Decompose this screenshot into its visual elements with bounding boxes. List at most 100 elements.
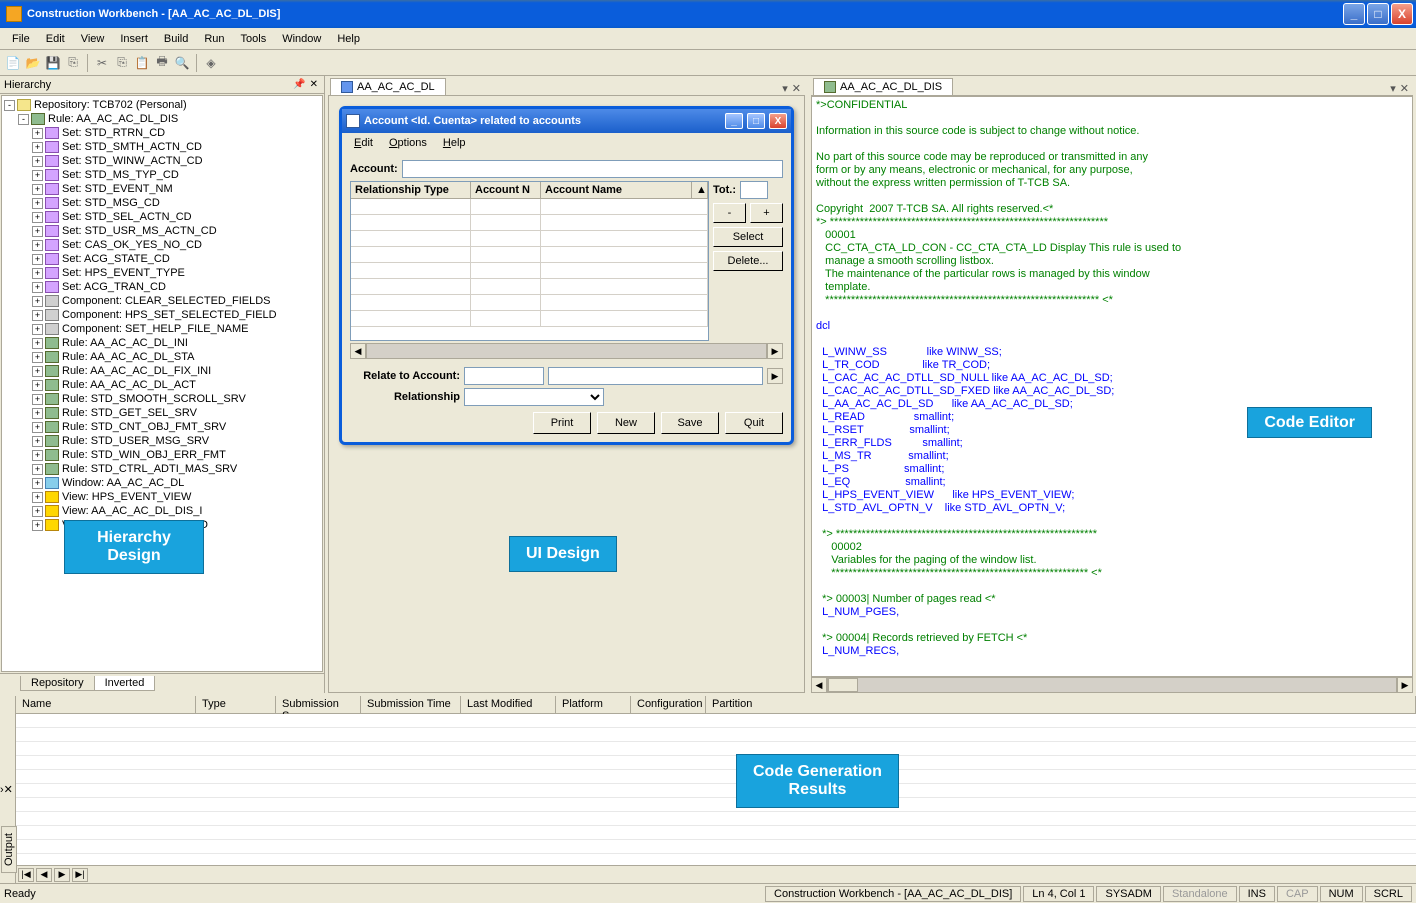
menu-tools[interactable]: Tools <box>233 31 275 47</box>
hscroll-track[interactable] <box>827 677 1397 693</box>
tree-toggle[interactable]: + <box>32 184 43 195</box>
tree-toggle[interactable]: + <box>32 156 43 167</box>
open-icon[interactable]: 📂 <box>24 54 42 72</box>
account-input[interactable] <box>402 160 783 178</box>
inner-menu-options[interactable]: Options <box>383 135 433 151</box>
output-tab[interactable]: Output <box>1 826 17 873</box>
maximize-button[interactable]: □ <box>1367 3 1389 25</box>
col-sub-time[interactable]: Submission Time <box>361 696 461 713</box>
tree-toggle[interactable]: - <box>18 114 29 125</box>
tree-toggle[interactable]: + <box>32 170 43 181</box>
tree-toggle[interactable]: + <box>32 226 43 237</box>
inner-max-button[interactable]: □ <box>747 113 765 129</box>
tot-input[interactable] <box>740 181 768 199</box>
tree-toggle[interactable]: + <box>32 478 43 489</box>
save-button[interactable]: Save <box>661 412 719 434</box>
nav-prev-icon[interactable]: ◀ <box>36 868 52 882</box>
menu-view[interactable]: View <box>73 31 113 47</box>
inner-close-button[interactable]: X <box>769 113 787 129</box>
tree-item[interactable]: +Set: STD_SMTH_ACTN_CD <box>4 140 320 154</box>
tree-toggle[interactable]: + <box>32 506 43 517</box>
tree-item[interactable]: +Set: HPS_EVENT_TYPE <box>4 266 320 280</box>
col-partition[interactable]: Partition <box>706 696 1416 713</box>
col-name[interactable]: Name <box>16 696 196 713</box>
pin-icon[interactable]: 📌 <box>291 79 307 90</box>
col-sub-status[interactable]: Submission S... <box>276 696 361 713</box>
tree-toggle[interactable]: + <box>32 352 43 363</box>
tree-item[interactable]: +Component: HPS_SET_SELECTED_FIELD <box>4 308 320 322</box>
tree-item[interactable]: +Component: CLEAR_SELECTED_FIELDS <box>4 294 320 308</box>
scroll-up-icon[interactable]: ▲ <box>692 182 708 198</box>
relationship-select[interactable] <box>464 388 604 406</box>
quit-button[interactable]: Quit <box>725 412 783 434</box>
tree-toggle[interactable]: + <box>32 422 43 433</box>
tree-item[interactable]: +View: AA_AC_AC_DL_DIS_I <box>4 504 320 518</box>
tree-toggle[interactable]: + <box>32 128 43 139</box>
tree-toggle[interactable]: + <box>32 338 43 349</box>
hscroll-left-icon[interactable]: ◀ <box>811 677 827 693</box>
tree-item[interactable]: +Rule: STD_SMOOTH_SCROLL_SRV <box>4 392 320 406</box>
new-icon[interactable]: 📄 <box>4 54 22 72</box>
inner-menu-help[interactable]: Help <box>437 135 472 151</box>
close-button[interactable]: X <box>1391 3 1413 25</box>
tree-item[interactable]: +View: HPS_EVENT_VIEW <box>4 490 320 504</box>
relationship-grid[interactable]: Relationship Type Account N Account Name… <box>350 181 709 341</box>
tab-close-icon[interactable]: ✕ <box>1400 82 1409 95</box>
col-acctname[interactable]: Account Name <box>541 182 692 198</box>
nav-next-icon[interactable]: ▶ <box>54 868 70 882</box>
tree-item[interactable]: +Rule: AA_AC_AC_DL_INI <box>4 336 320 350</box>
relate-lookup-icon[interactable]: ▶ <box>767 368 783 384</box>
inner-min-button[interactable]: _ <box>725 113 743 129</box>
repo-tab[interactable]: Repository <box>20 676 95 691</box>
tree-toggle[interactable]: + <box>32 394 43 405</box>
paste-icon[interactable]: 📋 <box>133 54 151 72</box>
tree-toggle[interactable]: + <box>32 408 43 419</box>
menu-insert[interactable]: Insert <box>112 31 156 47</box>
tree-item[interactable]: +Set: CAS_OK_YES_NO_CD <box>4 238 320 252</box>
code-editor[interactable]: *>CONFIDENTIAL Information in this sourc… <box>811 96 1413 677</box>
help-icon[interactable]: ◈ <box>202 54 220 72</box>
minimize-button[interactable]: _ <box>1343 3 1365 25</box>
tree-item[interactable]: +Component: SET_HELP_FILE_NAME <box>4 322 320 336</box>
nav-first-icon[interactable]: |◀ <box>18 868 34 882</box>
tree-item[interactable]: +Set: STD_EVENT_NM <box>4 182 320 196</box>
tree-toggle[interactable]: + <box>32 268 43 279</box>
nav-last-icon[interactable]: ▶| <box>72 868 88 882</box>
col-acctn[interactable]: Account N <box>471 182 541 198</box>
tree-toggle[interactable]: + <box>32 464 43 475</box>
tree-root[interactable]: Repository: TCB702 (Personal) <box>34 99 187 111</box>
save-icon[interactable]: 💾 <box>44 54 62 72</box>
tree-toggle[interactable]: + <box>32 492 43 503</box>
tree-item[interactable]: +Rule: AA_AC_AC_DL_STA <box>4 350 320 364</box>
tree-toggle[interactable]: + <box>32 240 43 251</box>
saveall-icon[interactable]: ⎘ <box>64 54 82 72</box>
hierarchy-tree[interactable]: - Repository: TCB702 (Personal) - Rule: … <box>1 95 323 672</box>
minus-button[interactable]: - <box>713 203 746 223</box>
tree-toggle[interactable]: + <box>32 324 43 335</box>
tree-toggle[interactable]: + <box>32 142 43 153</box>
select-button[interactable]: Select <box>713 227 783 247</box>
hscroll-right-icon[interactable]: ▶ <box>1397 677 1413 693</box>
tree-item[interactable]: +Rule: AA_AC_AC_DL_FIX_INI <box>4 364 320 378</box>
tree-root-rule[interactable]: Rule: AA_AC_AC_DL_DIS <box>48 113 178 125</box>
menu-run[interactable]: Run <box>196 31 232 47</box>
menu-edit[interactable]: Edit <box>38 31 73 47</box>
tree-toggle[interactable]: - <box>4 100 15 111</box>
col-type[interactable]: Type <box>196 696 276 713</box>
tree-item[interactable]: +Window: AA_AC_AC_DL <box>4 476 320 490</box>
tree-item[interactable]: +Set: STD_SEL_ACTN_CD <box>4 210 320 224</box>
tree-item[interactable]: +Set: STD_MSG_CD <box>4 196 320 210</box>
tree-item[interactable]: +Set: STD_WINW_ACTN_CD <box>4 154 320 168</box>
plus-button[interactable]: + <box>750 203 783 223</box>
tree-item[interactable]: +Rule: STD_CTRL_ADTI_MAS_SRV <box>4 462 320 476</box>
tab-menu-icon[interactable]: ▾ <box>782 82 788 95</box>
scrollbar-track[interactable] <box>366 343 767 359</box>
menu-file[interactable]: File <box>4 31 38 47</box>
relate-input-2[interactable] <box>548 367 763 385</box>
inverted-tab[interactable]: Inverted <box>94 676 156 691</box>
tree-toggle[interactable]: + <box>32 198 43 209</box>
col-modified[interactable]: Last Modified <box>461 696 556 713</box>
panel-close-icon[interactable]: ✕ <box>308 79 320 90</box>
menu-build[interactable]: Build <box>156 31 196 47</box>
tree-toggle[interactable]: + <box>32 296 43 307</box>
